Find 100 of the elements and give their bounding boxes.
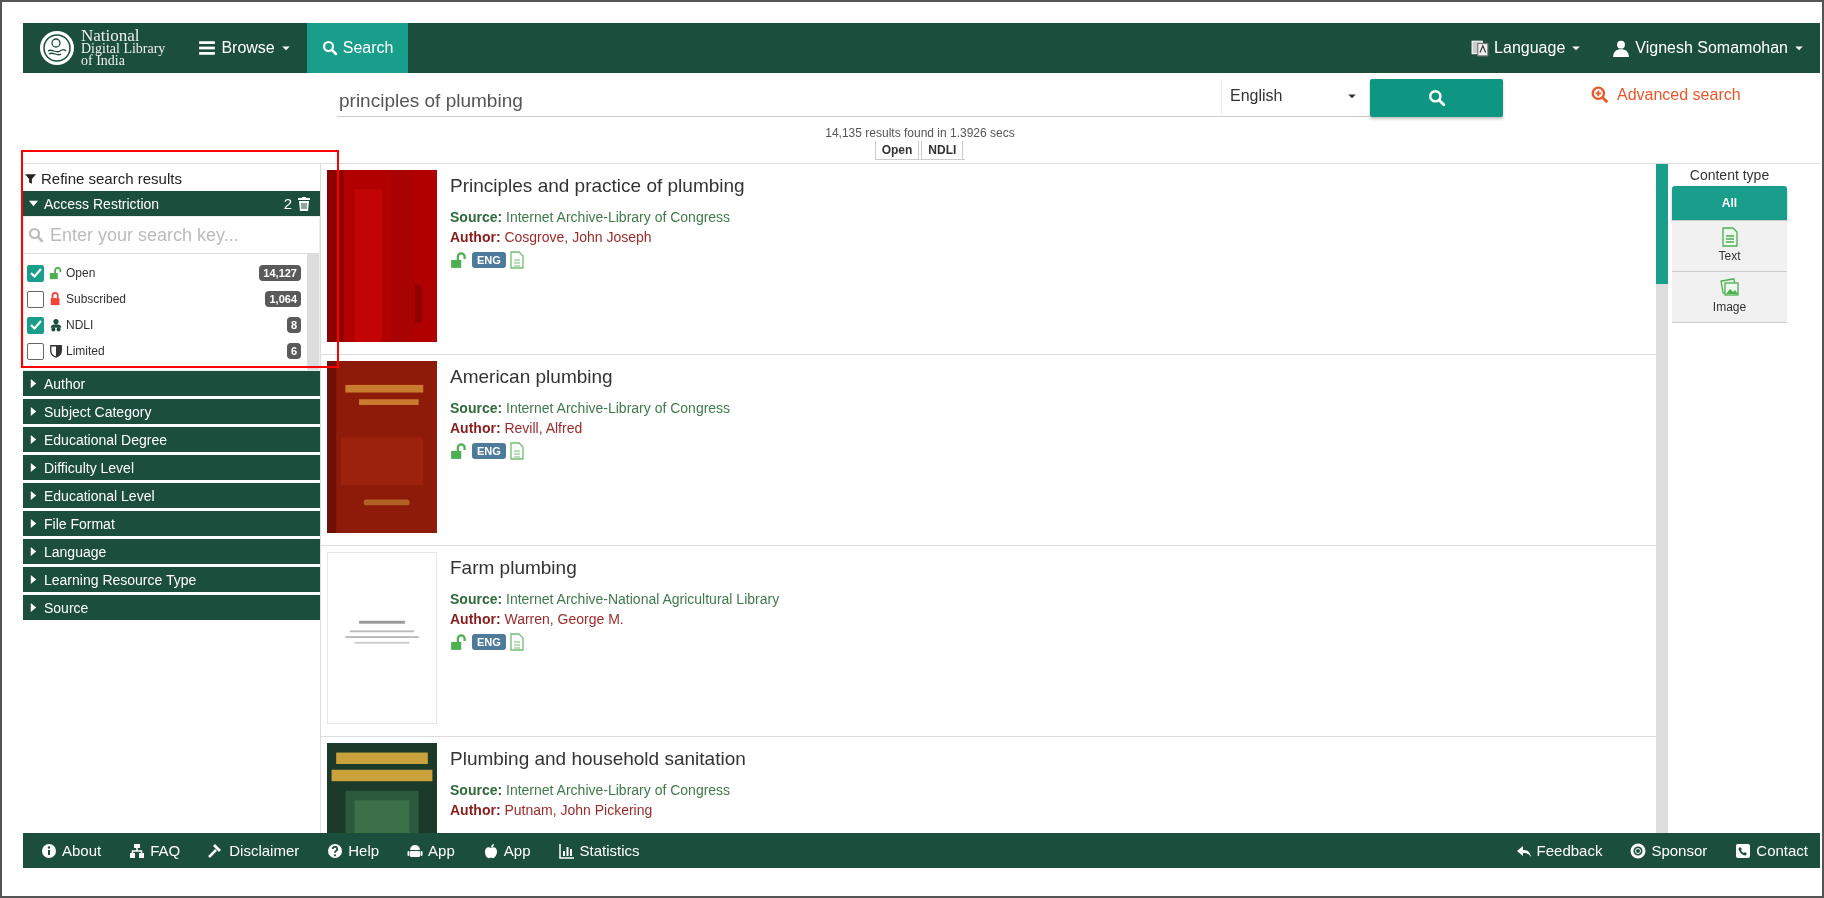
text-document-icon [1719,227,1740,247]
checkbox[interactable] [27,290,44,308]
help-icon [327,842,344,859]
checkbox[interactable] [27,342,44,360]
logo-text: Digital Library [81,43,166,55]
language-icon [1471,39,1490,57]
source-line: Source: Internet Archive-Library of Congress [450,400,731,416]
caret-right-icon [29,519,38,528]
unlock-icon [450,251,468,269]
panel-title: Refine search results [41,170,182,187]
facet-header[interactable]: Educational Level [23,483,320,508]
caret-right-icon [29,407,38,416]
applied-filter[interactable]: Open [874,141,920,159]
author-line: Author: Cosgrove, John Joseph [450,229,653,245]
scrollbar[interactable] [307,254,319,370]
trash-icon [298,196,310,211]
unlock-icon [450,442,468,460]
caret-right-icon [29,547,38,556]
result-title[interactable]: Principles and practice of plumbing [450,175,745,197]
option-label: Limited [66,344,106,358]
footer-link[interactable]: FAQ [129,842,181,859]
source-line: Source: Internet Archive-National Agricultural Library [450,591,780,607]
user-group-icon [49,318,63,332]
caret-down-icon [29,199,38,208]
filter-icon [25,172,36,185]
caret-right-icon [29,575,38,584]
search-icon [321,40,338,56]
phone-icon [1735,842,1752,859]
count-badge: 6 [286,343,301,359]
footer-link[interactable]: Sponsor [1630,842,1708,859]
shield-icon [49,344,63,358]
facet-header[interactable]: File Format [23,511,320,536]
facet-header[interactable]: Language [23,539,320,564]
document-icon [509,442,524,460]
lock-icon [49,292,63,306]
caret-right-icon [29,463,38,472]
caret-right-icon [29,435,38,444]
zoom-in-icon [1591,86,1609,104]
footer-link[interactable]: Statistics [558,842,640,859]
result-title[interactable]: Farm plumbing [450,557,780,579]
option-label: Open [66,266,97,280]
applied-filter[interactable]: NDLI [921,141,964,159]
footer-link[interactable]: App [482,842,531,859]
result-title[interactable]: Plumbing and household sanitation [450,748,746,770]
footer-link[interactable]: Disclaimer [208,842,300,859]
caret-right-icon [29,491,38,500]
content-type-option[interactable]: Image [1672,272,1787,323]
result-title[interactable]: American plumbing [450,366,731,388]
source-line: Source: Internet Archive-Library of Congress [450,209,732,225]
facet-header[interactable]: Access Restriction 2 [23,191,320,216]
author-line: Author: Putnam, John Pickering [450,802,654,818]
caret-right-icon [29,603,38,612]
scrollbar[interactable] [1656,164,1668,833]
facet-header[interactable]: Subject Category [23,399,320,424]
footer-link[interactable]: Help [327,842,380,859]
results-summary: 14,135 results found in 1.3926 secs [825,125,1015,141]
unlock-icon [49,266,63,280]
user-menu[interactable]: Vignesh Somamohan [1597,23,1820,73]
sitemap-icon [129,842,146,859]
facet-header[interactable]: Learning Resource Type [23,567,320,592]
search-icon [28,227,44,243]
search-button[interactable] [1370,79,1503,117]
count-badge: 1,064 [265,291,301,307]
logo-emblem-icon [39,30,75,66]
apple-icon [482,842,499,859]
option-label: NDLI [66,318,95,332]
footer-link[interactable]: Contact [1735,842,1808,859]
author-line: Author: Revill, Alfred [450,420,584,436]
unlock-icon [450,633,468,651]
count-badge: 14,127 [259,265,301,281]
facet-header[interactable]: Author [23,371,320,396]
author-line: Author: Warren, George M. [450,611,625,627]
logo-text: of India [81,55,125,67]
caret-right-icon [29,379,38,388]
footer-link[interactable]: Feedback [1515,842,1603,859]
footer-link[interactable]: About [41,842,102,859]
advanced-search-link[interactable]: Advanced search [1503,79,1741,117]
language-badge: ENG [472,634,506,650]
user-icon [1612,39,1631,57]
language-menu[interactable]: Language [1456,23,1598,73]
checkbox[interactable] [27,264,44,282]
content-type-option[interactable]: Text [1672,221,1787,272]
footer-link[interactable]: App [407,842,455,859]
bar-chart-icon [558,842,575,859]
language-badge: ENG [472,252,506,268]
content-type-heading: Content type [1688,166,1771,185]
option-label: Subscribed [66,292,128,306]
facet-header[interactable]: Source [23,595,320,620]
language-badge: ENG [472,443,506,459]
checkbox[interactable] [27,316,44,334]
document-icon [509,251,524,269]
lifebuoy-icon [1630,842,1647,859]
logo-text: National [81,29,140,43]
image-icon [1719,278,1740,298]
search-icon [1427,89,1446,107]
facet-header[interactable]: Difficulty Level [23,455,320,480]
menu-icon [198,39,217,57]
selected-count: 2 [283,195,292,212]
browse-menu[interactable]: Browse [183,23,307,73]
facet-header[interactable]: Educational Degree [23,427,320,452]
